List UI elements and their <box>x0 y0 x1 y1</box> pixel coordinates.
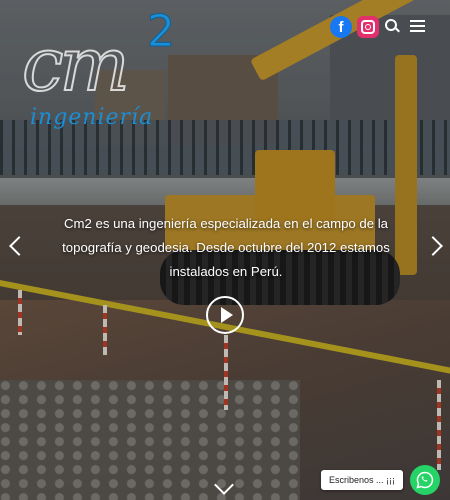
site-logo[interactable]: cm 2 ingeniería <box>21 6 176 140</box>
play-icon[interactable] <box>206 296 244 334</box>
hero-caption: Cm2 es una ingeniería especializada en e… <box>62 216 390 279</box>
search-icon[interactable] <box>385 19 399 33</box>
hamburger-menu-icon[interactable] <box>410 20 425 32</box>
facebook-glyph: f <box>338 18 344 36</box>
whatsapp-icon[interactable] <box>410 465 440 495</box>
logo-wordmark: cm <box>21 22 131 108</box>
chat-bubble[interactable]: Escribenos ... ¡¡¡ <box>321 470 404 490</box>
facebook-icon[interactable]: f <box>330 16 352 38</box>
logo-tagline: ingeniería <box>30 105 154 130</box>
logo-superscript: 2 <box>147 6 176 57</box>
whatsapp-glyph <box>416 471 434 489</box>
instagram-glyph <box>361 20 375 34</box>
instagram-icon[interactable] <box>357 16 379 38</box>
